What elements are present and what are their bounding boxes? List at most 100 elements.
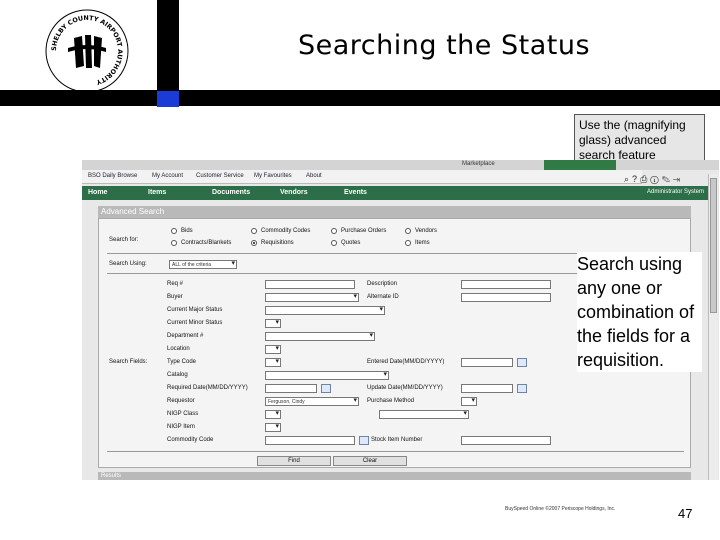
- field-label-alternate-id: Alternate ID: [367, 294, 399, 300]
- description-input[interactable]: [461, 280, 551, 289]
- radio-bids-label: Bids: [181, 228, 193, 234]
- magnifier-icon[interactable]: ⌕: [624, 174, 632, 184]
- required-date-input[interactable]: [265, 384, 317, 393]
- scrollbar-thumb[interactable]: [710, 178, 717, 313]
- link-my-favourites[interactable]: My Favourites: [254, 173, 292, 179]
- slide-title: Searching the Status: [298, 30, 591, 61]
- major-status-select[interactable]: [265, 306, 385, 315]
- catalog-select[interactable]: [265, 371, 389, 380]
- calendar-icon[interactable]: [517, 384, 527, 393]
- field-label-minor-status: Current Minor Status: [167, 320, 223, 326]
- nav-events[interactable]: Events: [344, 189, 367, 196]
- radio-contracts-label: Contracts/Blankets: [181, 240, 232, 246]
- radio-purchase-orders[interactable]: [331, 228, 337, 234]
- nav-home[interactable]: Home: [88, 189, 107, 196]
- active-top-tab[interactable]: [544, 160, 616, 170]
- radio-contracts[interactable]: [171, 240, 177, 246]
- info-icon[interactable]: ⓘ: [650, 174, 661, 184]
- callout-note: Use the (magnifying glass) advanced sear…: [574, 114, 705, 164]
- field-label-stock-item: Stock Item Number: [371, 437, 423, 443]
- clear-button[interactable]: Clear: [333, 456, 407, 466]
- stock-item-input[interactable]: [461, 436, 551, 445]
- radio-commodity-codes-label: Commodity Codes: [261, 228, 311, 234]
- app-scrollbar[interactable]: [708, 174, 718, 480]
- app-link-bar: BSO Daily Browse My Account Customer Ser…: [82, 170, 642, 184]
- slide-footer: BuySpeed Online ©2007 Periscope Holdings…: [505, 506, 616, 512]
- radio-commodity-codes[interactable]: [251, 228, 257, 234]
- type-code-select[interactable]: [265, 358, 281, 367]
- field-label-nigp-item: NIGP Item: [167, 424, 195, 430]
- minor-status-select[interactable]: [265, 319, 281, 328]
- marketplace-tab[interactable]: Marketplace: [462, 161, 495, 167]
- link-about[interactable]: About: [306, 173, 322, 179]
- buyer-select[interactable]: [265, 293, 359, 302]
- link-customer-service[interactable]: Customer Service: [196, 173, 244, 179]
- radio-vendors-label: Vendors: [415, 228, 438, 234]
- slide-body-text: Search using any one or combination of t…: [577, 252, 702, 372]
- field-label-buyer: Buyer: [167, 294, 183, 300]
- entered-date-input[interactable]: [461, 358, 513, 367]
- commodity-code-input[interactable]: [265, 436, 355, 445]
- field-label-update-date: Update Date(MM/DD/YYYY): [367, 385, 443, 391]
- location-select[interactable]: [265, 345, 281, 354]
- field-label-required-date: Required Date(MM/DD/YYYY): [167, 385, 248, 391]
- requestor-select[interactable]: Ferguson, Cindy: [265, 397, 359, 406]
- radio-requisitions-label: Requisitions: [261, 240, 294, 246]
- divider: [107, 451, 684, 452]
- radio-bids[interactable]: [171, 228, 177, 234]
- field-label-entered-date: Entered Date(MM/DD/YYYY): [367, 359, 445, 365]
- req-number-input[interactable]: [265, 280, 355, 289]
- radio-quotes-label: Quotes: [341, 240, 361, 246]
- field-label-requestor: Requestor: [167, 398, 195, 404]
- edit-icon[interactable]: ✎: [662, 174, 673, 184]
- radio-vendors[interactable]: [405, 228, 411, 234]
- results-header: Results: [98, 472, 691, 480]
- advanced-search-header: Advanced Search: [98, 206, 691, 218]
- nigp-class-select[interactable]: [265, 410, 281, 419]
- department-select[interactable]: [265, 332, 375, 341]
- field-label-type-code: Type Code: [167, 359, 197, 365]
- field-label-description: Description: [367, 281, 398, 287]
- field-label-commodity-code: Commodity Code: [167, 437, 214, 443]
- field-label-purchase-method: Purchase Method: [367, 398, 415, 404]
- app-top-strip: Marketplace: [82, 160, 719, 170]
- field-label-department: Department #: [167, 333, 204, 339]
- nav-items[interactable]: Items: [148, 189, 166, 196]
- commodity-lookup-icon[interactable]: [359, 436, 369, 445]
- admin-label: Administrator System: [646, 189, 704, 195]
- search-using-select[interactable]: ALL of the criteria: [169, 260, 237, 269]
- help-icon[interactable]: ?: [632, 174, 640, 184]
- field-label-req: Req #: [167, 281, 184, 287]
- field-label-nigp-class: NIGP Class: [167, 411, 199, 417]
- search-using-label: Search Using:: [109, 261, 147, 267]
- app-nav-bar: Home Items Documents Vendors Events Admi…: [82, 186, 712, 200]
- radio-quotes[interactable]: [331, 240, 337, 246]
- page-number: 47: [678, 506, 693, 521]
- nigp-class-wide-select[interactable]: [379, 410, 469, 419]
- nav-documents[interactable]: Documents: [212, 189, 250, 196]
- frame-blue-square: [157, 91, 179, 107]
- radio-requisitions[interactable]: [251, 240, 257, 246]
- link-daily-browse[interactable]: BSO Daily Browse: [88, 173, 137, 179]
- radio-items[interactable]: [405, 240, 411, 246]
- nav-vendors[interactable]: Vendors: [280, 189, 308, 196]
- radio-purchase-orders-label: Purchase Orders: [341, 228, 387, 234]
- search-fields-label: Search Fields:: [109, 359, 148, 365]
- toolbar-icons: ⌕?⎙ⓘ✎⇥: [624, 174, 706, 186]
- purchase-method-select[interactable]: [461, 397, 477, 406]
- search-for-label: Search for:: [109, 237, 139, 243]
- find-button[interactable]: Find: [257, 456, 331, 466]
- calendar-icon[interactable]: [517, 358, 527, 367]
- print-icon[interactable]: ⎙: [640, 174, 650, 184]
- calendar-icon[interactable]: [321, 384, 331, 393]
- alternate-id-input[interactable]: [461, 293, 551, 302]
- radio-items-label: Items: [415, 240, 430, 246]
- link-my-account[interactable]: My Account: [152, 173, 183, 179]
- field-label-location: Location: [167, 346, 190, 352]
- exit-icon[interactable]: ⇥: [673, 174, 683, 184]
- field-label-catalog: Catalog: [167, 372, 188, 378]
- field-label-major-status: Current Major Status: [167, 307, 223, 313]
- airport-authority-logo: SHELBY COUNTY AIRPORT AUTHORITY: [45, 9, 129, 93]
- update-date-input[interactable]: [461, 384, 513, 393]
- nigp-item-select[interactable]: [265, 423, 281, 432]
